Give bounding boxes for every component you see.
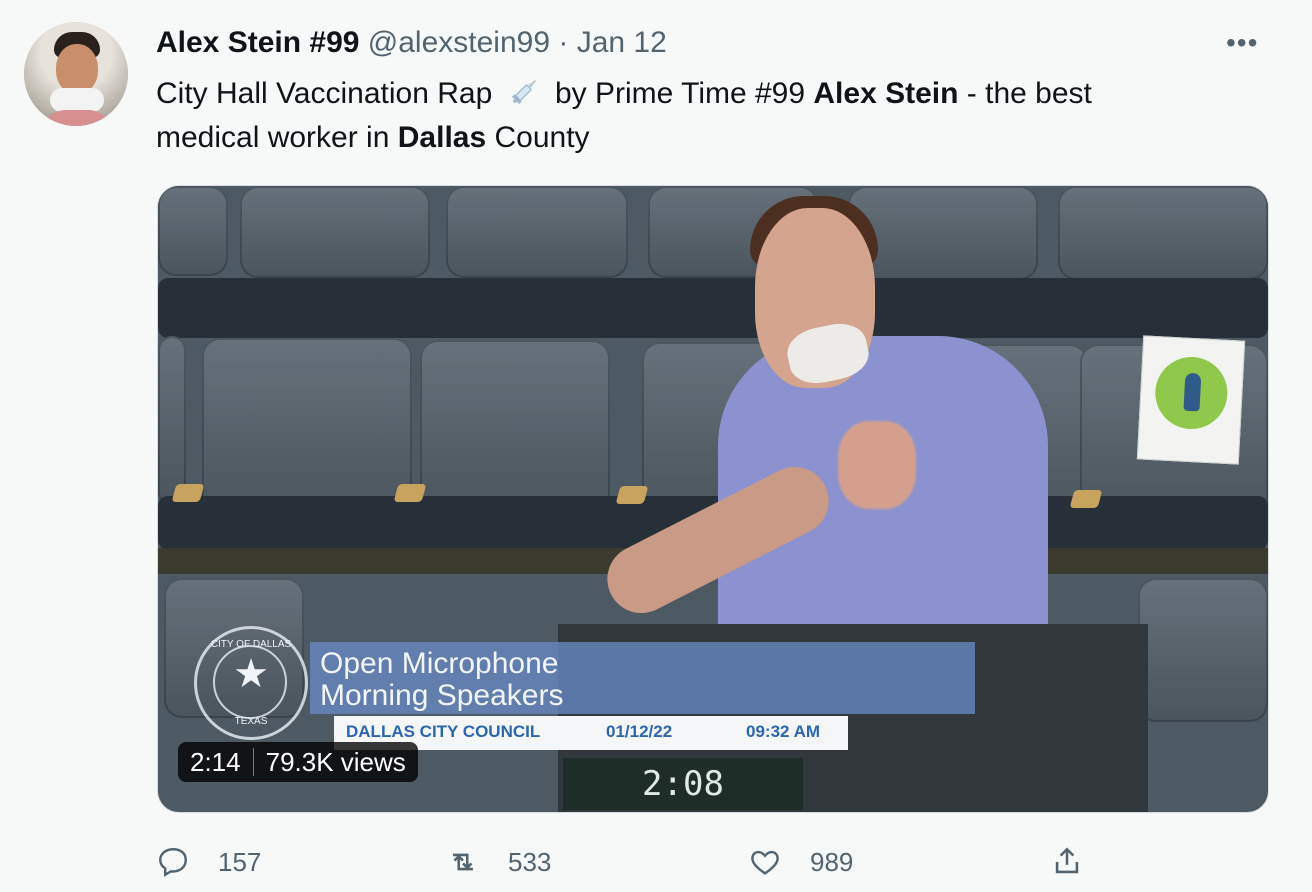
share-icon: [1055, 847, 1079, 874]
share-button[interactable]: [1050, 840, 1112, 884]
header-separator: ·: [558, 26, 569, 59]
retweet-count: 533: [508, 846, 552, 877]
video-player[interactable]: CITY OF DALLAS ★ TEXAS Open Microphone M…: [157, 185, 1269, 813]
tweet-date[interactable]: Jan 12: [577, 26, 667, 59]
city-seal: CITY OF DALLAS ★ TEXAS: [194, 626, 308, 740]
overlay-title-line-2: Morning Speakers: [320, 679, 564, 712]
like-icon: [751, 850, 779, 875]
tweet-text-bold-place: Dallas: [397, 121, 487, 154]
tweet-text-part-5: medical worker in: [156, 121, 390, 154]
armrest: [615, 486, 649, 504]
more-icon[interactable]: •••: [1226, 28, 1266, 58]
seat: [446, 186, 628, 278]
video-duration: 2:14: [190, 747, 241, 777]
tweet-text-part-7: County: [494, 121, 590, 154]
avatar[interactable]: [24, 22, 128, 126]
author-name[interactable]: Alex Stein #99: [156, 26, 359, 59]
retweet-button[interactable]: 533: [446, 840, 551, 884]
author-handle[interactable]: @alexstein99: [368, 26, 550, 59]
neck-brace: [50, 88, 104, 112]
green-sign: [1136, 335, 1246, 465]
seat: [158, 186, 228, 276]
overlay-title-line-1: Open Microphone: [320, 647, 559, 680]
overlay-date: 01/12/22: [606, 722, 673, 741]
seat: [420, 340, 610, 518]
syringe-icon: [511, 80, 536, 105]
star-icon: ★: [233, 652, 269, 696]
speaking-timer: 2:08: [563, 758, 803, 810]
video-stats-pill: 2:14 79.3K views: [178, 742, 418, 782]
tweet-text: City Hall Vaccination Rap by Prime Time …: [156, 72, 1256, 160]
reply-button[interactable]: 157: [156, 840, 261, 884]
like-button[interactable]: 989: [748, 840, 853, 884]
armrest: [393, 484, 427, 502]
armrest: [1069, 490, 1103, 508]
tweet-text-part-4: - the best: [966, 77, 1092, 110]
tweet-actions: 157 533 989: [156, 840, 1126, 884]
tweet: Alex Stein #99 @alexstein99 · Jan 12 •••…: [0, 0, 1312, 892]
tweet-text-bold-name: Alex Stein: [813, 77, 959, 110]
seat-row-bench: [158, 278, 1268, 338]
reply-count: 157: [218, 846, 262, 877]
tweet-text-part-2: by Prime Time #99: [554, 77, 806, 110]
seat: [1058, 186, 1268, 280]
speaker-hand: [838, 421, 916, 509]
retweet-icon: [453, 853, 473, 871]
overlay-time: 09:32 AM: [746, 722, 821, 741]
video-views: 79.3K views: [265, 747, 406, 777]
sign-person: [1183, 372, 1202, 412]
tweet-header: Alex Stein #99 @alexstein99 · Jan 12: [156, 24, 667, 62]
avatar-face: [56, 44, 98, 94]
reply-icon: [159, 848, 187, 877]
seat: [158, 336, 186, 506]
seat: [202, 338, 412, 518]
seal-bottom-text: TEXAS: [234, 716, 268, 727]
seat: [240, 186, 430, 278]
tweet-text-part-1: City Hall Vaccination Rap: [156, 77, 493, 110]
seat: [1138, 578, 1268, 722]
armrest: [171, 484, 205, 502]
seat: [848, 186, 1038, 280]
like-count: 989: [810, 846, 854, 877]
